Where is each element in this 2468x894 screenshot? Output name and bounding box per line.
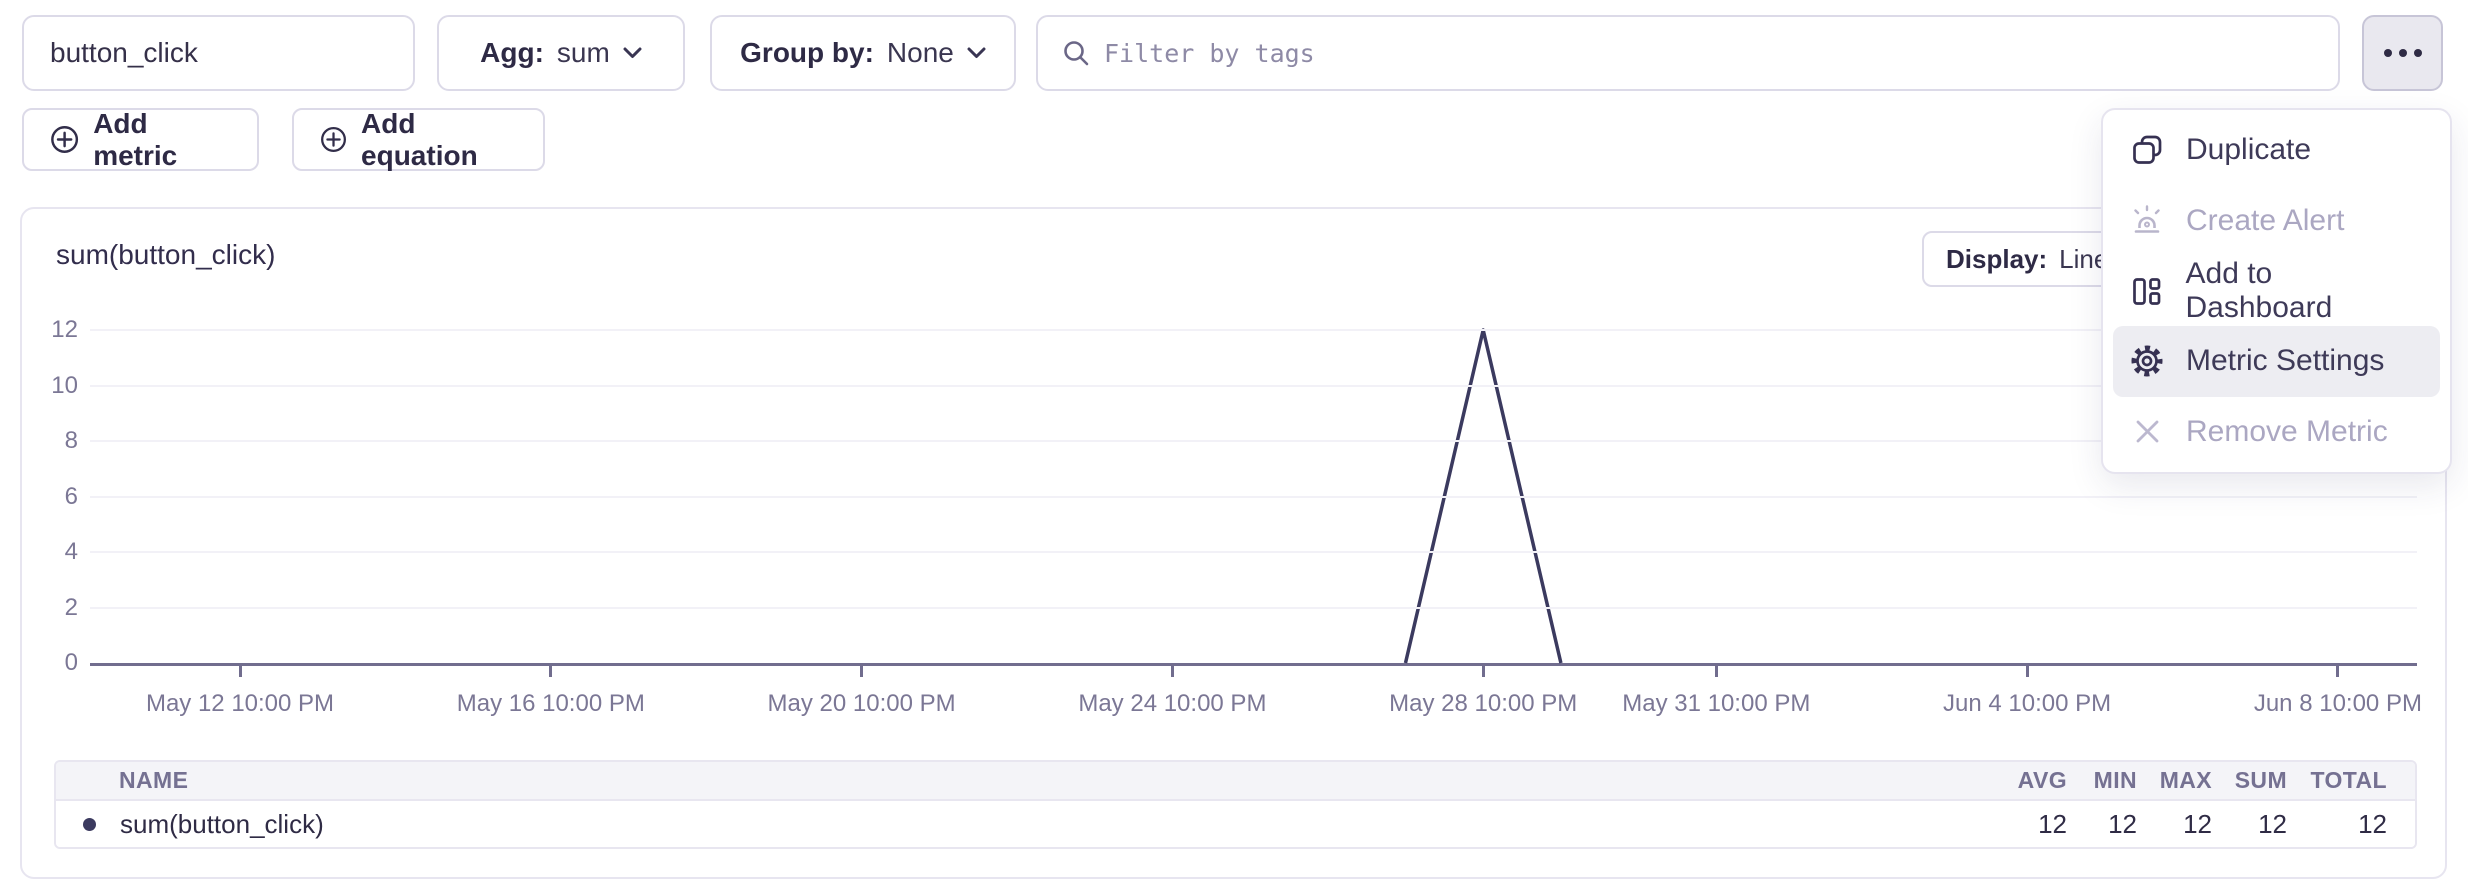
cell-sum: 12 (2212, 809, 2287, 840)
table-header: NAME AVG MIN MAX SUM TOTAL (56, 762, 2415, 801)
table-row[interactable]: sum(button_click) 12 12 12 12 12 (56, 801, 2415, 847)
gear-icon (2129, 344, 2165, 378)
search-icon (1062, 39, 1090, 67)
chart-card: sum(button_click) Display: Line 02468101… (20, 207, 2447, 879)
gridline (90, 496, 2417, 498)
group-by-value: None (887, 37, 954, 69)
col-min: MIN (2067, 767, 2137, 794)
agg-value: sum (557, 37, 610, 69)
col-avg: AVG (1977, 767, 2067, 794)
x-axis-label: Jun 4 10:00 PM (1943, 690, 2111, 718)
x-axis-tick (1171, 666, 1174, 677)
menu-item-duplicate[interactable]: Duplicate (2103, 115, 2450, 185)
x-axis-tick (549, 666, 552, 677)
row-name: sum(button_click) (120, 809, 324, 840)
add-equation-button[interactable]: Add equation (292, 108, 545, 171)
plus-circle-icon (50, 124, 79, 155)
agg-dropdown[interactable]: Agg: sum (437, 15, 685, 91)
duplicate-icon (2129, 134, 2165, 166)
y-axis-label: 10 (26, 372, 78, 400)
menu-item-metric-settings[interactable]: Metric Settings (2113, 326, 2440, 396)
plus-circle-icon (320, 124, 347, 155)
close-icon (2129, 417, 2165, 446)
cell-total: 12 (2287, 809, 2387, 840)
x-axis-line (90, 663, 2417, 666)
menu-item-label: Metric Settings (2186, 344, 2384, 378)
menu-item-label: Create Alert (2186, 204, 2344, 238)
add-metric-label: Add metric (93, 108, 231, 172)
more-options-button[interactable] (2362, 15, 2443, 91)
gridline (90, 551, 2417, 553)
group-by-dropdown[interactable]: Group by: None (710, 15, 1016, 91)
col-sum: SUM (2212, 767, 2287, 794)
col-max: MAX (2137, 767, 2212, 794)
menu-item-label: Add to Dashboard (2186, 257, 2425, 325)
x-axis-tick (2336, 666, 2339, 677)
x-axis-tick (2026, 666, 2029, 677)
x-axis-label: Jun 8 10:00 PM (2254, 690, 2422, 718)
x-axis-tick (1715, 666, 1718, 677)
x-axis-tick (860, 666, 863, 677)
gridline (90, 385, 2417, 387)
y-axis-label: 6 (26, 483, 78, 511)
x-axis-tick (239, 666, 242, 677)
x-axis-label: May 31 10:00 PM (1622, 690, 1810, 718)
add-metric-button[interactable]: Add metric (22, 108, 259, 171)
gridline (90, 440, 2417, 442)
menu-item-label: Remove Metric (2186, 415, 2388, 449)
x-axis-label: May 24 10:00 PM (1078, 690, 1266, 718)
gridline (90, 607, 2417, 609)
filter-tags-input[interactable] (1104, 39, 2314, 68)
cell-avg: 12 (1977, 809, 2067, 840)
context-menu: Duplicate Create Alert Ad (2101, 108, 2452, 474)
y-axis-label: 8 (26, 427, 78, 455)
filter-tags-field[interactable] (1036, 15, 2340, 91)
cell-min: 12 (2067, 809, 2137, 840)
y-axis-label: 0 (26, 649, 78, 677)
add-equation-label: Add equation (361, 108, 517, 172)
menu-item-remove-metric[interactable]: Remove Metric (2103, 397, 2450, 467)
cell-max: 12 (2137, 809, 2212, 840)
menu-item-add-to-dashboard[interactable]: Add to Dashboard (2103, 256, 2450, 326)
y-axis-label: 4 (26, 538, 78, 566)
x-axis-label: May 28 10:00 PM (1389, 690, 1577, 718)
menu-item-create-alert[interactable]: Create Alert (2103, 185, 2450, 255)
metric-name-field[interactable] (22, 15, 415, 91)
gridline (90, 329, 2417, 331)
ellipsis-icon (2384, 49, 2392, 57)
chevron-down-icon (623, 47, 642, 59)
series-color-dot (83, 818, 96, 831)
metric-name-input[interactable] (24, 37, 413, 69)
x-axis-label: May 16 10:00 PM (457, 690, 645, 718)
summary-table: NAME AVG MIN MAX SUM TOTAL sum(button_cl… (54, 760, 2417, 849)
y-axis-label: 2 (26, 594, 78, 622)
x-axis-label: May 20 10:00 PM (768, 690, 956, 718)
col-total: TOTAL (2287, 767, 2387, 794)
alert-icon (2129, 205, 2165, 237)
x-axis-tick (1482, 666, 1485, 677)
y-axis-label: 12 (26, 316, 78, 344)
agg-label: Agg: (480, 37, 544, 69)
chevron-down-icon (967, 47, 986, 59)
metrics-explorer: Agg: sum Group by: None Add metric (0, 0, 2468, 894)
group-by-label: Group by: (740, 37, 874, 69)
x-axis-label: May 12 10:00 PM (146, 690, 334, 718)
dashboard-icon (2129, 276, 2165, 307)
col-name: NAME (56, 767, 1977, 794)
menu-item-label: Duplicate (2186, 133, 2311, 167)
